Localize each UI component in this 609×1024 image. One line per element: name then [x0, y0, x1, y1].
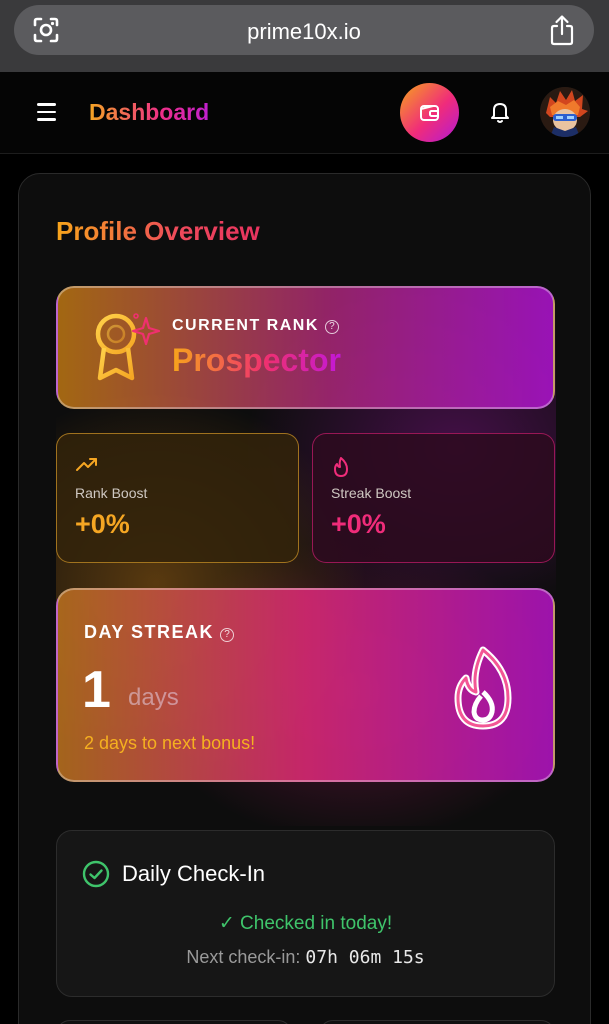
user-avatar[interactable] [540, 87, 590, 137]
next-card-right [319, 1020, 555, 1024]
hamburger-menu-icon[interactable] [37, 103, 57, 121]
profile-overview-card: Profile Overview CURRENT RANK? Prospecto… [18, 173, 591, 1024]
browser-toolbar: prime10x.io [0, 0, 609, 72]
wallet-button[interactable] [400, 83, 459, 142]
streak-boost-value: +0% [331, 509, 386, 539]
rank-boost-value: +0% [75, 509, 130, 539]
notification-bell-icon[interactable] [488, 100, 512, 124]
next-checkin-row: Next check-in: 07h 06m 15s [57, 947, 554, 968]
check-circle-icon [82, 860, 110, 888]
checkin-title: Daily Check-In [122, 861, 266, 886]
trending-up-icon [76, 458, 97, 471]
page-title: Dashboard [89, 99, 210, 125]
next-bonus-text: 2 days to next bonus! [84, 733, 256, 753]
day-streak-label: DAY STREAK? [84, 622, 235, 643]
next-checkin-label: Next check-in: [186, 947, 301, 967]
section-title: Profile Overview [56, 216, 260, 246]
large-flame-icon [454, 646, 512, 730]
current-rank-card[interactable]: CURRENT RANK? Prospector [56, 286, 555, 409]
address-bar[interactable]: prime10x.io [14, 5, 594, 55]
share-icon[interactable] [548, 14, 576, 46]
flame-icon [334, 457, 348, 477]
checkin-countdown: 07h 06m 15s [305, 947, 425, 968]
avatar-image [540, 87, 590, 137]
checkin-status: ✓ Checked in today! [218, 913, 393, 934]
day-streak-card[interactable]: DAY STREAK? 1 days 2 days to next bonus! [56, 588, 555, 782]
daily-checkin-card: Daily Check-In ✓ Checked in today! Next … [56, 830, 555, 997]
award-ribbon-icon [95, 313, 161, 381]
streak-boost-label: Streak Boost [331, 485, 412, 501]
rank-boost-card[interactable]: Rank Boost +0% [56, 433, 299, 563]
help-icon[interactable]: ? [220, 628, 235, 642]
next-card-left [56, 1020, 292, 1024]
current-rank-label: CURRENT RANK? [172, 317, 339, 335]
streak-unit: days [128, 684, 179, 711]
wallet-icon [420, 105, 439, 121]
help-icon[interactable]: ? [324, 320, 339, 334]
streak-count: 1 [82, 661, 111, 719]
streak-boost-card[interactable]: Streak Boost +0% [312, 433, 555, 563]
current-rank-name: Prospector [172, 342, 341, 378]
url-text[interactable]: prime10x.io [14, 19, 594, 45]
rank-boost-label: Rank Boost [75, 485, 148, 501]
app-header: Dashboard [0, 72, 609, 154]
